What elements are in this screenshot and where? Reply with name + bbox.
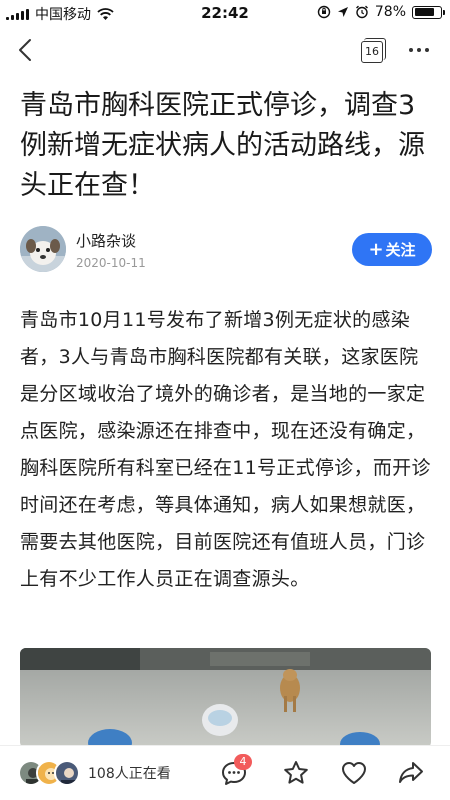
rotation-lock-icon [317,5,331,19]
viewers-group[interactable]: 108人正在看 [18,758,171,788]
more-dot [417,48,421,52]
author-avatar[interactable] [20,226,66,272]
publish-date: 2020-10-11 [76,256,146,270]
follow-button[interactable]: + 关注 [352,233,432,266]
page-count-button[interactable]: 16 [361,38,386,63]
viewers-count: 108人正在看 [88,766,171,782]
more-dot [409,48,413,52]
back-arrow-icon [19,39,31,61]
share-button[interactable] [397,759,425,787]
status-right: 78% [317,4,445,20]
location-icon [337,7,348,17]
author-row: 小路杂谈 2020-10-11 + 关注 [20,226,432,276]
battery-icon [412,5,445,19]
dog-avatar-image [20,226,66,272]
article-title: 青岛市胸科医院正式停诊，调查3例新增无症状病人的活动路线，源头正在查！ [20,90,425,201]
article-image[interactable] [20,648,431,748]
nav-bar: 16 [0,26,450,74]
alarm-icon [355,5,368,19]
viewer-avatar [54,760,80,786]
battery-fill [414,8,434,16]
article-photo [20,648,431,748]
article-body: 青岛市10月11号发布了新增3例无症状的感染者，3人与青岛市胸科医院都有关联，这… [20,309,431,590]
star-icon [284,761,308,784]
more-dot [425,48,429,52]
back-button[interactable] [14,34,44,66]
more-button[interactable] [405,38,433,62]
share-icon [399,762,423,783]
follow-label: 关注 [385,241,416,259]
plus-icon: + [368,239,384,260]
bottom-bar: 108人正在看 4 [0,745,450,800]
favorite-button[interactable] [282,759,310,787]
like-button[interactable] [340,759,368,787]
status-bar: 中国移动 22:42 78% [0,0,450,26]
battery-percent: 78% [374,4,406,20]
author-name[interactable]: 小路杂谈 [76,230,136,251]
comment-count-badge: 4 [234,754,252,770]
page-count-icon: 16 [361,41,383,63]
heart-icon [342,762,366,784]
